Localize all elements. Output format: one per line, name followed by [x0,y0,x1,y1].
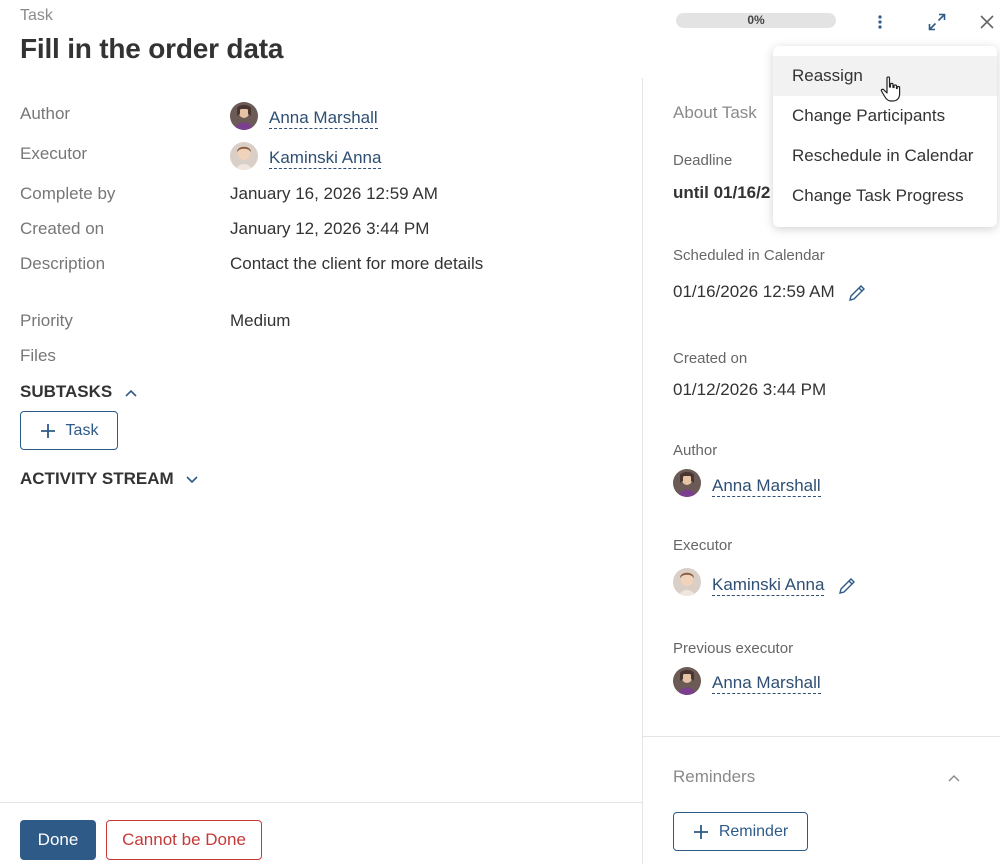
footer-divider [0,802,642,803]
progress-text: 0% [747,13,765,27]
description-label: Description [20,254,106,273]
expand-icon[interactable] [923,8,951,36]
description-value: Contact the client for more details [230,254,484,273]
activity-stream-header[interactable]: ACTIVITY STREAM [20,469,198,489]
chevron-up-icon[interactable] [948,774,960,782]
author-value[interactable]: Anna Marshall [269,108,378,129]
deadline-label: Deadline [673,152,733,169]
avatar-author [230,102,258,130]
add-subtask-label: Task [65,421,99,439]
pencil-icon[interactable] [847,283,867,303]
scheduled-value-row: 01/16/2026 12:59 AM [673,282,867,303]
menu-item-reschedule-in-calendar[interactable]: Reschedule in Calendar [773,136,997,176]
kebab-icon[interactable] [866,8,894,36]
executor-link[interactable]: Kaminski Anna [269,148,382,169]
prev-executor-link[interactable]: Anna Marshall [712,673,821,694]
files-label: Files [20,346,56,365]
executor-label: Executor [20,144,88,163]
menu-item-change-participants[interactable]: Change Participants [773,96,997,136]
avatar-author [673,469,701,497]
page-title: Fill in the order data [20,33,284,64]
author-link[interactable]: Anna Marshall [269,108,378,129]
cannot-be-done-button[interactable]: Cannot be Done [106,820,262,860]
rp-executor-label: Executor [673,537,733,554]
pencil-icon[interactable] [837,576,857,596]
executor-value[interactable]: Kaminski Anna [269,148,382,169]
activity-stream-title: ACTIVITY STREAM [20,469,174,488]
rp-author-link[interactable]: Anna Marshall [712,476,821,497]
deadline-value: until 01/16/2 [673,183,771,202]
rp-executor-link[interactable]: Kaminski Anna [712,575,825,596]
subtasks-header[interactable]: SUBTASKS [20,382,137,402]
close-icon[interactable] [973,8,1000,36]
prev-executor-value[interactable]: Anna Marshall [712,673,821,694]
plus-icon [40,423,55,438]
created-label: Created on [673,350,748,367]
add-reminder-button[interactable]: Reminder [673,812,808,851]
priority-label: Priority [20,311,73,330]
created-on-value: January 12, 2026 3:44 PM [230,219,430,238]
created-on-label: Created on [20,219,105,238]
scheduled-label: Scheduled in Calendar [673,247,825,264]
menu-item-change-task-progress[interactable]: Change Task Progress [773,176,997,216]
created-value: 01/12/2026 3:44 PM [673,380,827,399]
complete-by-value: January 16, 2026 12:59 AM [230,184,438,203]
scheduled-value: 01/16/2026 12:59 AM [673,282,835,301]
hand-cursor-icon [880,76,901,102]
done-button[interactable]: Done [20,820,96,860]
panel-divider [642,78,643,864]
task-kicker: Task [20,7,53,24]
priority-value: Medium [230,311,291,330]
avatar-executor [230,142,258,170]
avatar-previous-executor [673,667,701,695]
about-task-title: About Task [673,103,757,122]
reminders-divider [643,736,1000,737]
rp-author-label: Author [673,442,718,459]
rp-executor-value[interactable]: Kaminski Anna [712,575,857,596]
add-reminder-label: Reminder [718,822,789,840]
author-label: Author [20,104,71,123]
rp-author-value[interactable]: Anna Marshall [712,476,821,497]
add-subtask-button[interactable]: Task [20,411,118,450]
task-progress-bar[interactable]: 0% [676,13,836,28]
subtasks-title: SUBTASKS [20,382,113,401]
complete-by-label: Complete by [20,184,116,203]
chevron-down-icon [186,475,198,483]
chevron-up-icon [125,389,137,397]
reminders-title: Reminders [673,767,756,786]
prev-executor-label: Previous executor [673,640,794,657]
task-actions-menu: Reassign Change Participants Reschedule … [773,46,997,227]
plus-icon [693,824,708,839]
avatar-executor [673,568,701,596]
